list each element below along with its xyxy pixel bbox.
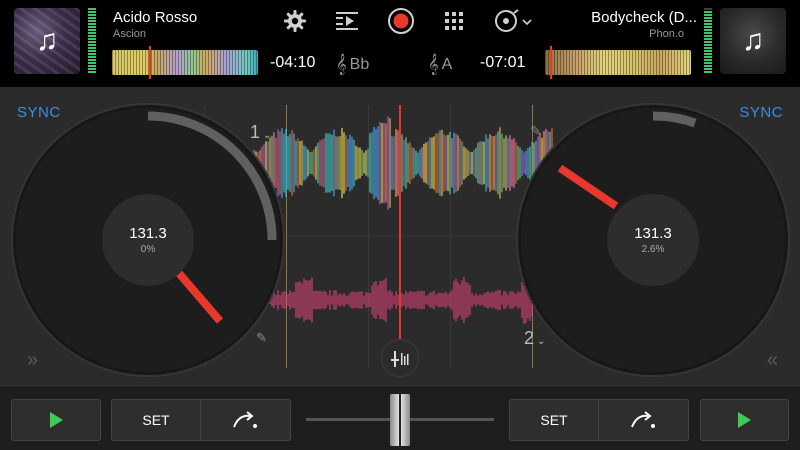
deck-b-artist: Phon.o	[649, 28, 684, 40]
jump-arrow-icon	[630, 411, 655, 428]
deck-b-back-chevrons-icon[interactable]: «	[767, 349, 778, 372]
chevron-down-icon: ⌄	[263, 130, 272, 141]
deck-b-jump-cue-button[interactable]	[598, 399, 689, 441]
record-icon[interactable]	[387, 7, 415, 35]
deck-a-title[interactable]: Acido Rosso	[113, 9, 197, 26]
music-note-icon: ♫	[35, 24, 59, 57]
deck-b-edit-pencil-icon[interactable]: ✎	[530, 123, 541, 139]
deck-b-platter[interactable]: 131.3 2.6%	[518, 105, 788, 375]
deck-a-forward-chevrons-icon[interactable]: »	[27, 349, 38, 372]
mixer-icon[interactable]	[381, 339, 419, 377]
treble-clef-icon: 𝄞	[428, 54, 439, 74]
deck-b-key[interactable]: 𝄞 A	[428, 54, 452, 75]
deck-a-number: 1	[250, 122, 261, 142]
settings-icon[interactable]	[282, 8, 308, 34]
deck-a-play-button[interactable]	[11, 399, 101, 441]
vinyl-mode-icon[interactable]	[494, 8, 532, 34]
deck-b-number: 2	[524, 328, 535, 348]
transport-bar: SET SET	[0, 387, 800, 450]
deck-b-set-cue-button[interactable]: SET	[509, 399, 599, 441]
deck-a-key[interactable]: 𝄞 Bb	[336, 54, 369, 75]
deck-a-overview-waveform[interactable]	[112, 50, 258, 75]
deck-a-platter[interactable]: 131.3 0%	[13, 105, 283, 375]
fx-icon[interactable]	[334, 8, 360, 34]
deck-a-time-remaining: -04:10	[270, 54, 316, 71]
deck-b-hub: 131.3 2.6%	[607, 194, 699, 286]
deck-b-artwork[interactable]: ♫	[720, 8, 786, 74]
crossfader[interactable]	[306, 394, 494, 446]
music-note-icon: ♫	[741, 24, 765, 57]
treble-clef-icon: 𝄞	[336, 54, 347, 74]
sampler-grid-icon[interactable]	[441, 8, 467, 34]
deck-a-jump-cue-button[interactable]	[200, 399, 291, 441]
deck-a-pitch: 0%	[140, 244, 156, 255]
chevron-down-icon: ⌄	[537, 336, 546, 347]
top-bar: ♫ Acido Rosso Ascion Bodycheck (D... Pho…	[0, 0, 800, 87]
jump-arrow-icon	[232, 411, 257, 428]
deck-b-selector[interactable]: 2 ⌄	[524, 328, 545, 349]
deck-a-key-value: Bb	[349, 55, 370, 73]
deck-a-edit-pencil-icon[interactable]: ✎	[256, 330, 267, 346]
deck-a-selector[interactable]: 1 ⌄	[250, 122, 271, 143]
deck-b-overview-waveform[interactable]	[545, 50, 691, 75]
play-icon	[738, 412, 751, 428]
deck-a-artist: Ascion	[113, 28, 147, 40]
crossfader-handle[interactable]	[390, 394, 410, 446]
deck-a-overview-playhead	[149, 46, 151, 79]
deck-a-artwork[interactable]: ♫	[14, 8, 80, 74]
deck-b-title[interactable]: Bodycheck (D...	[591, 9, 697, 26]
deck-b-level-meter	[704, 8, 712, 74]
deck-b-bpm: 131.3	[634, 225, 672, 242]
deck-b-overview-playhead	[550, 46, 552, 79]
deck-area: SYNC SYNC 131.3 0% 131.3 2.6% 1 ⌄ 2 ⌄ ✎ ✎ …	[0, 87, 800, 387]
deck-b-pitch: 2.6%	[641, 244, 665, 255]
deck-a-bpm: 131.3	[129, 225, 167, 242]
deck-b-key-value: A	[441, 55, 453, 73]
deck-a-set-cue-button[interactable]: SET	[111, 399, 201, 441]
deck-b-play-button[interactable]	[700, 399, 789, 441]
play-icon	[49, 412, 63, 428]
deck-a-hub: 131.3 0%	[102, 194, 194, 286]
deck-a-level-meter	[88, 8, 96, 74]
deck-b-time-remaining: -07:01	[480, 54, 526, 71]
